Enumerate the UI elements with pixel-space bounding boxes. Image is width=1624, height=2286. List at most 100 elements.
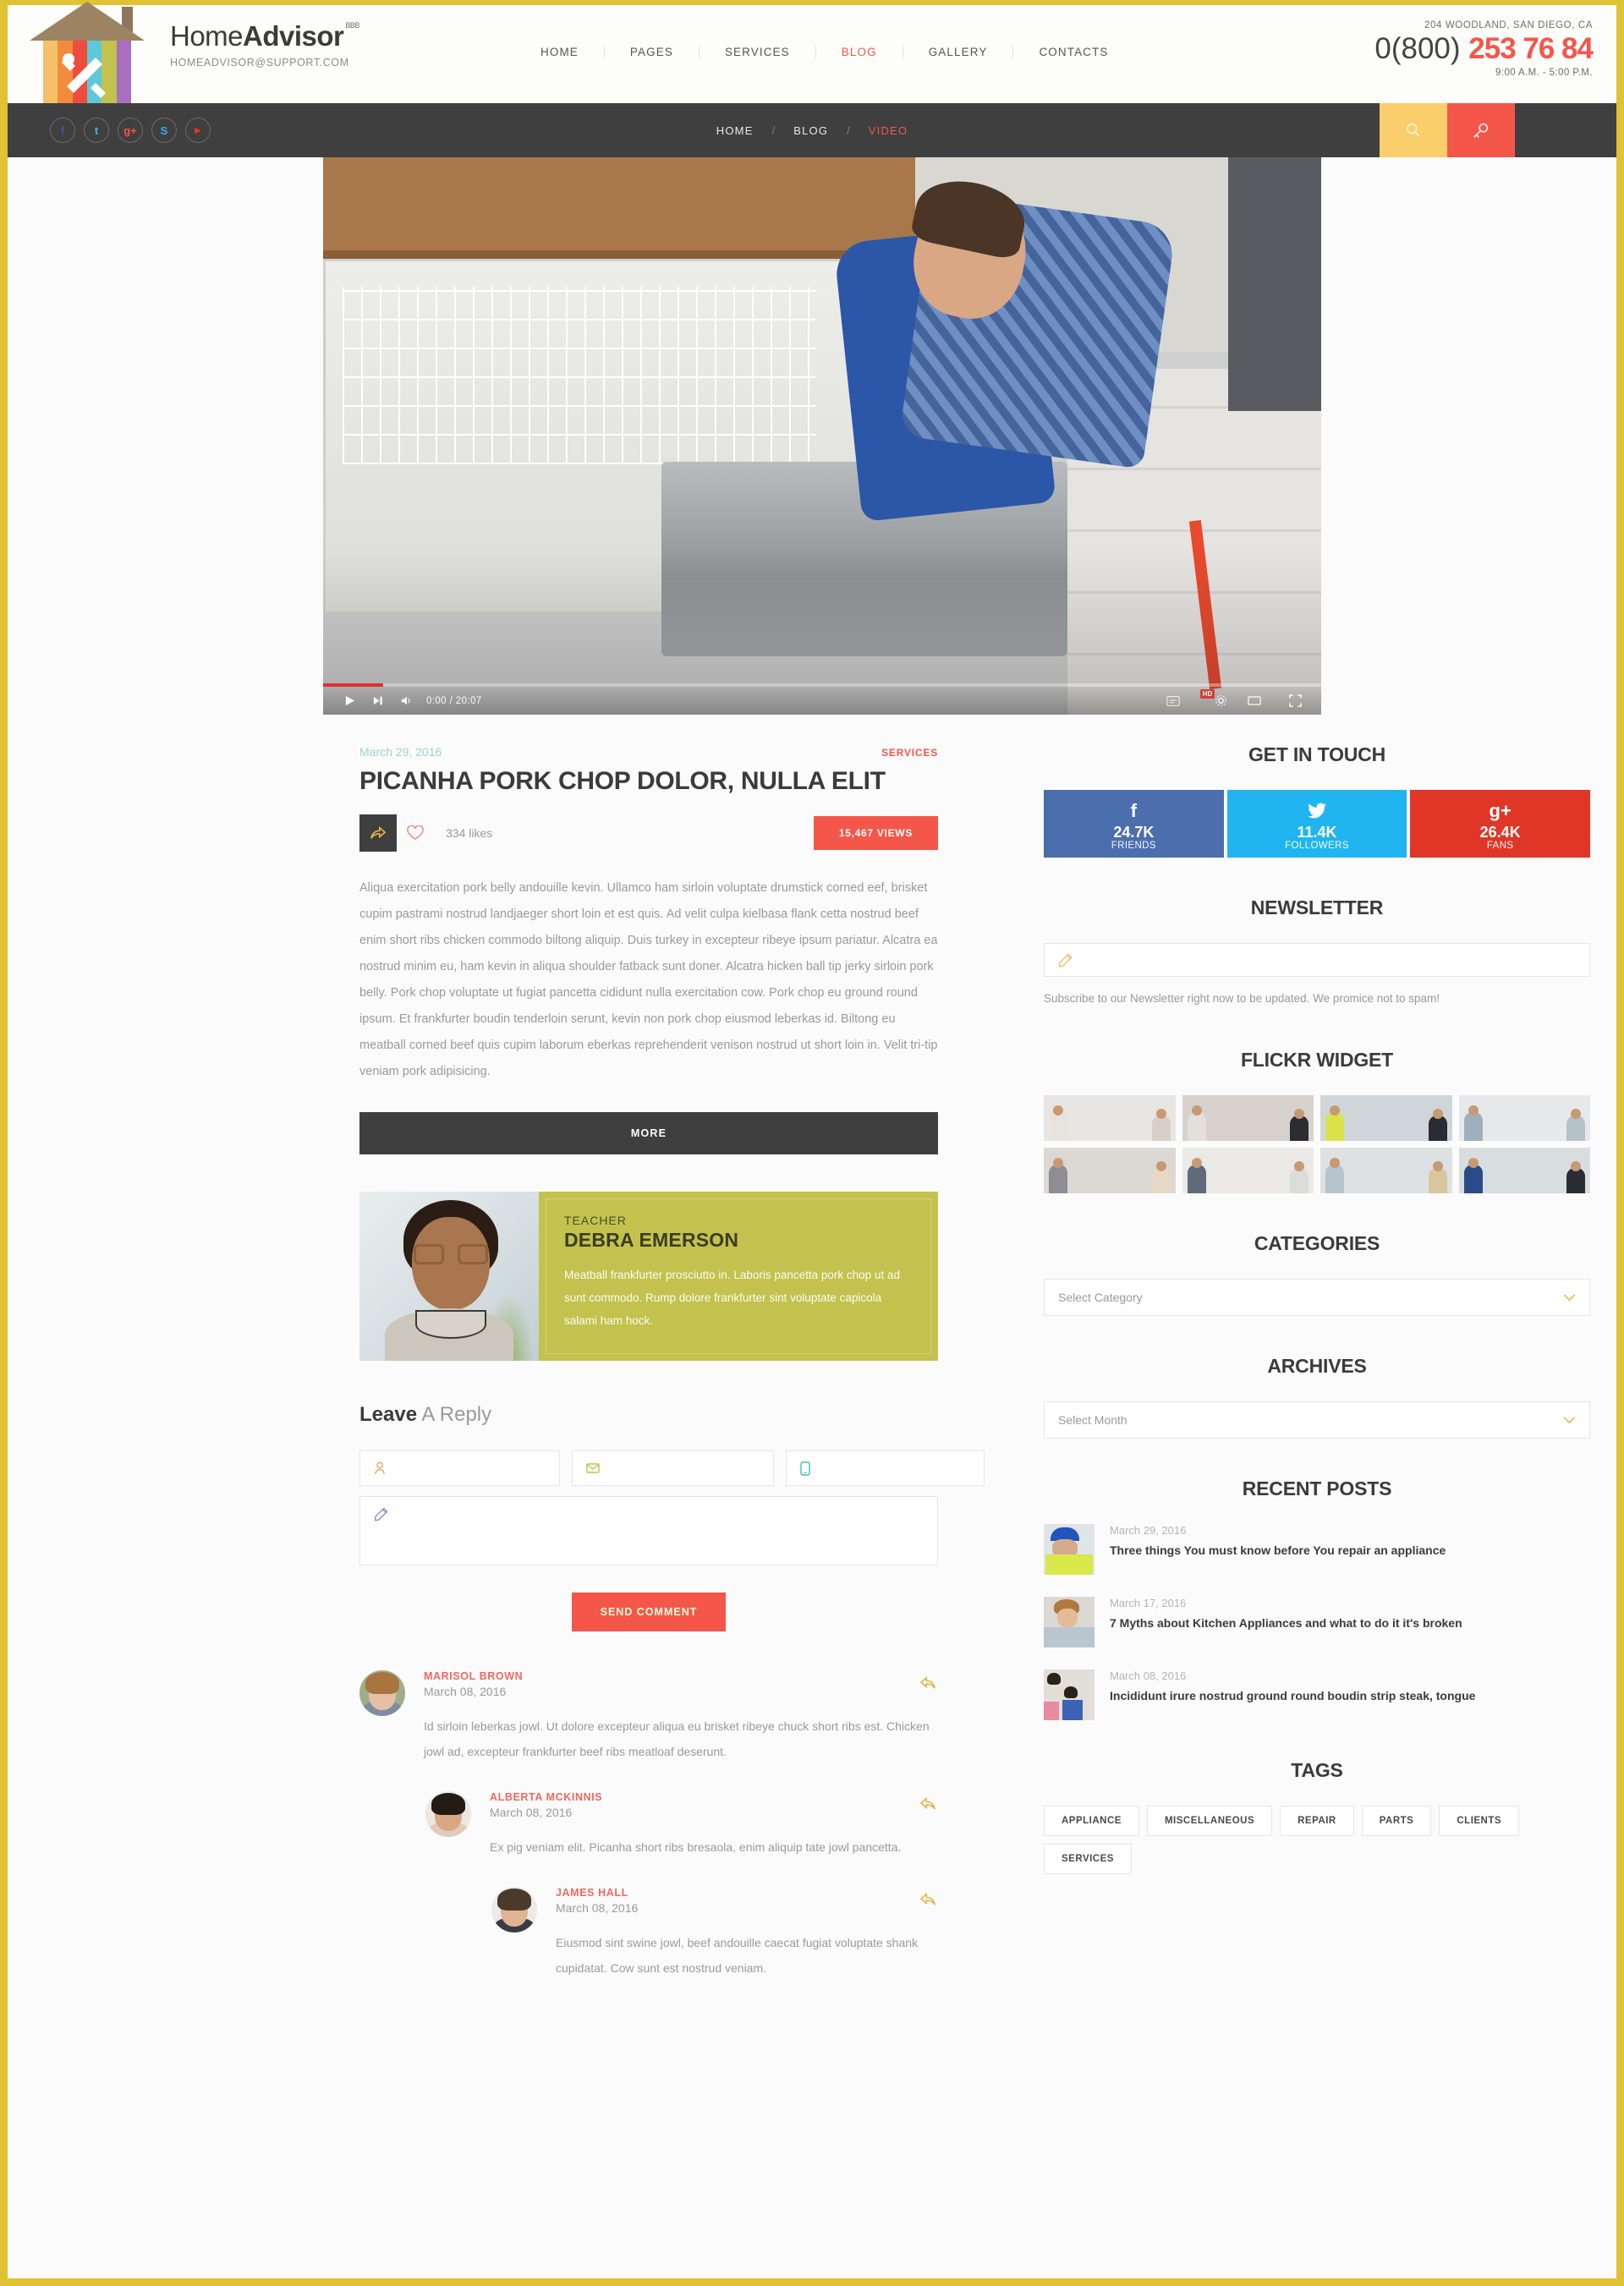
user-icon (375, 1461, 385, 1475)
brand-name-light: Home (170, 20, 244, 52)
post-category[interactable]: SERVICES (881, 747, 938, 759)
newsletter-field[interactable] (1044, 943, 1590, 977)
recent-post-item[interactable]: March 29, 2016 Three things You must kno… (1044, 1524, 1590, 1575)
archives-widget: ARCHIVES Select Month (1044, 1355, 1590, 1439)
google-plus-count-card[interactable]: g+ 26.4K FANS (1410, 790, 1591, 858)
flickr-photo[interactable] (1458, 1095, 1590, 1141)
recent-post-title[interactable]: Incididunt irure nostrud ground round bo… (1110, 1686, 1475, 1706)
flickr-photo[interactable] (1458, 1148, 1590, 1193)
reply-fields-row (359, 1450, 985, 1486)
twitter-count-card[interactable]: 11.4K FOLLOWERS (1226, 790, 1407, 858)
breadcrumb-home[interactable]: HOME (698, 124, 772, 137)
nav-item-gallery[interactable]: GALLERY (902, 46, 1013, 58)
google-plus-count: 26.4K (1479, 824, 1521, 841)
nav-item-contacts[interactable]: CONTACTS (1012, 46, 1133, 58)
search-button[interactable] (1380, 103, 1447, 157)
video-frame (323, 157, 1321, 715)
flickr-photo[interactable] (1182, 1148, 1314, 1193)
recent-post-title[interactable]: 7 Myths about Kitchen Appliances and wha… (1110, 1613, 1462, 1633)
flickr-photo[interactable] (1044, 1148, 1176, 1193)
flickr-photo[interactable] (1320, 1095, 1452, 1141)
tag-parts[interactable]: PARTS (1361, 1806, 1432, 1836)
recent-post-item[interactable]: March 17, 2016 7 Myths about Kitchen App… (1044, 1597, 1590, 1647)
reply-button[interactable] (919, 1796, 938, 1815)
recent-post-item[interactable]: March 08, 2016 Incididunt irure nostrud … (1044, 1669, 1590, 1720)
views-badge[interactable]: 15,467 VIEWS (813, 816, 938, 850)
avatar (425, 1791, 471, 1837)
subtitles-icon (1166, 695, 1180, 706)
email-field[interactable] (572, 1450, 774, 1486)
share-button[interactable] (359, 814, 397, 852)
tag-repair[interactable]: REPAIR (1280, 1806, 1354, 1836)
tag-services[interactable]: SERVICES (1044, 1844, 1132, 1874)
site-logo[interactable] (28, 0, 146, 112)
flickr-title: FLICKR WIDGET (1240, 1049, 1394, 1071)
facebook-count-card[interactable]: f 24.7K FRIENDS (1044, 790, 1224, 858)
comment-author[interactable]: ALBERTA MCKINNIS (490, 1791, 938, 1803)
volume-button[interactable] (392, 694, 421, 707)
flickr-photo[interactable] (1044, 1095, 1176, 1141)
breadcrumb-video[interactable]: VIDEO (850, 124, 926, 137)
fullscreen-button[interactable] (1281, 694, 1309, 707)
nav-item-services[interactable]: SERVICES (698, 46, 815, 58)
roof-shape (30, 2, 145, 41)
nav-item-blog[interactable]: BLOG (815, 46, 903, 58)
settings-button[interactable]: HD (1199, 689, 1228, 707)
brand-email: HOMEADVISOR@SUPPORT.COM (170, 57, 349, 69)
post-body: Aliqua exercitation pork belly andouille… (359, 875, 938, 1085)
theater-icon (1248, 696, 1261, 705)
phone-icon (800, 1461, 810, 1476)
message-input[interactable] (398, 1507, 924, 1565)
comment-author[interactable]: JAMES HALL (556, 1887, 938, 1899)
reply-title-bold: Leave (359, 1403, 418, 1426)
header-phone[interactable]: 0(800) 253 76 84 (1374, 30, 1594, 68)
tag-clients[interactable]: CLIENTS (1439, 1806, 1520, 1836)
recent-post-date: March 17, 2016 (1110, 1597, 1187, 1609)
breadcrumb-blog[interactable]: BLOG (775, 124, 847, 137)
nav-item-pages[interactable]: PAGES (603, 46, 699, 58)
video-time: 0:00 / 20:07 (426, 695, 482, 706)
main-navigation: HOME PAGES SERVICES BLOG GALLERY CONTACT… (515, 46, 1134, 58)
comment-text: Eiusmod sint swine jowl, beef andouille … (556, 1936, 919, 1975)
comments-list: MARISOL BROWN March 08, 2016 Id sirloin … (359, 1670, 938, 2031)
newsletter-input[interactable] (1083, 953, 1576, 967)
like-button[interactable] (397, 814, 434, 852)
brand-name-bold: Advisor (243, 20, 344, 52)
comment-author[interactable]: MARISOL BROWN (424, 1670, 938, 1682)
next-button[interactable] (364, 694, 392, 707)
flickr-photo[interactable] (1182, 1095, 1314, 1141)
reply-button[interactable] (919, 1675, 938, 1694)
brand-block: HomeAdvisor BBB HOMEADVISOR@SUPPORT.COM (170, 22, 359, 69)
flickr-photo[interactable] (1320, 1148, 1452, 1193)
pencil-icon (374, 1507, 388, 1521)
gear-icon (1215, 695, 1227, 706)
nav-item-home[interactable]: HOME (515, 46, 604, 58)
more-button[interactable]: MORE (359, 1112, 938, 1154)
newsletter-title: NEWSLETTER (1250, 896, 1384, 918)
login-button[interactable] (1447, 103, 1515, 157)
google-plus-label: FANS (1486, 841, 1514, 851)
recent-post-title[interactable]: Three things You must know before You re… (1110, 1540, 1446, 1560)
theater-button[interactable] (1240, 695, 1269, 706)
video-player[interactable]: 0:00 / 20:07 HD (323, 157, 1321, 715)
reply-button[interactable] (919, 1892, 938, 1910)
name-field[interactable] (359, 1450, 560, 1486)
name-input[interactable] (396, 1461, 546, 1475)
tag-miscellaneous[interactable]: MISCELLANEOUS (1146, 1806, 1273, 1836)
tag-appliance[interactable]: APPLIANCE (1044, 1806, 1139, 1836)
social-count-cards: f 24.7K FRIENDS 11.4K FOLLOWERS g+ 26.4K (1044, 790, 1591, 858)
chevron-down-icon (1563, 1416, 1576, 1423)
send-comment-button[interactable]: SEND COMMENT (571, 1593, 727, 1631)
phone-input[interactable] (820, 1461, 970, 1475)
recent-post-date: March 08, 2016 (1110, 1669, 1187, 1682)
tags-title: TAGS (1291, 1759, 1343, 1781)
phone-field[interactable] (786, 1450, 985, 1486)
subtitles-button[interactable] (1159, 695, 1188, 707)
email-input[interactable] (610, 1461, 760, 1475)
category-select[interactable]: Select Category (1044, 1279, 1590, 1316)
archive-select[interactable]: Select Month (1044, 1401, 1590, 1439)
comment-item: JAMES HALL March 08, 2016 Eiusmod sint s… (491, 1887, 938, 1981)
message-field[interactable] (359, 1496, 938, 1565)
play-button[interactable] (335, 694, 364, 707)
fullscreen-icon (1288, 694, 1302, 707)
